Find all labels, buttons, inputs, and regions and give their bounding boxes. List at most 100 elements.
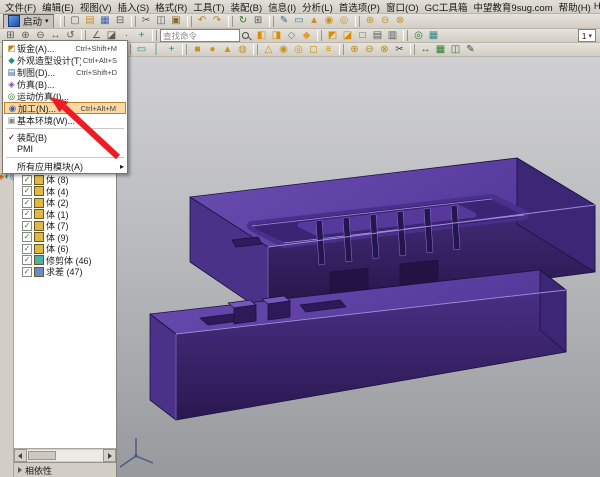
- new-file-icon[interactable]: ▢: [68, 15, 83, 27]
- checkbox-checked-icon[interactable]: [22, 221, 32, 231]
- work-layer-icon[interactable]: ▦: [426, 30, 441, 42]
- paste-icon[interactable]: ▣: [169, 15, 184, 27]
- tree-row[interactable]: 求差 (47): [14, 266, 116, 278]
- unite-icon[interactable]: ⊕: [363, 15, 378, 27]
- trim-body-icon[interactable]: ✂: [392, 44, 407, 56]
- wcs-icon[interactable]: +: [134, 30, 149, 42]
- top-view-icon[interactable]: ▤: [370, 30, 385, 42]
- dependencies-bar[interactable]: 相依性: [14, 462, 116, 477]
- toolbar-icon[interactable]: [339, 44, 344, 55]
- refresh-icon[interactable]: ↻: [236, 15, 251, 27]
- toolbar-icon[interactable]: [355, 16, 360, 27]
- menu-manufacturing[interactable]: ◉ 加工(N)... Ctrl+Alt+M: [4, 102, 126, 114]
- shell-icon[interactable]: ◻: [306, 44, 321, 56]
- cut-icon[interactable]: ✂: [139, 15, 154, 27]
- toolbar-icon[interactable]: [152, 30, 157, 41]
- menu-simulation[interactable]: ◈ 仿真(B)...: [4, 78, 126, 90]
- scroll-left-button[interactable]: [14, 449, 27, 462]
- revolve-body-icon[interactable]: ◉: [276, 44, 291, 56]
- checkbox-checked-icon[interactable]: [22, 209, 32, 219]
- toolbar-icon[interactable]: [403, 30, 408, 41]
- revolve-icon[interactable]: ◉: [322, 15, 337, 27]
- menubar-item[interactable]: 首选项(P): [336, 3, 383, 14]
- layer-select[interactable]: 1: [578, 29, 596, 42]
- subtract-icon[interactable]: ⊖: [378, 15, 393, 27]
- scroll-thumb[interactable]: [28, 451, 56, 460]
- checkbox-checked-icon[interactable]: [22, 232, 32, 242]
- checkbox-checked-icon[interactable]: [22, 198, 32, 208]
- datum-icon[interactable]: ▭: [292, 15, 307, 27]
- toolbar-icon[interactable]: [228, 16, 233, 27]
- toolbar-icon[interactable]: [269, 16, 274, 27]
- snap-options-icon[interactable]: ◎: [411, 30, 426, 42]
- menubar-item[interactable]: 格式(R): [152, 3, 190, 14]
- shaded-with-edges-icon[interactable]: ◧: [254, 30, 269, 42]
- menu-assemblies[interactable]: ✓ 装配(B): [4, 131, 126, 143]
- extrude-body-icon[interactable]: △: [261, 44, 276, 56]
- menu-gateway[interactable]: ▣ 基本环境(W)...: [4, 114, 126, 126]
- menubar-item[interactable]: 分析(L): [299, 3, 336, 14]
- menubar-item[interactable]: 窗口(O): [383, 3, 422, 14]
- toolbar-icon[interactable]: [131, 16, 136, 27]
- boolean-subtract-icon[interactable]: ⊖: [362, 44, 377, 56]
- start-menu-item[interactable]: [6, 128, 124, 129]
- search-icon[interactable]: [240, 30, 252, 42]
- hole-feature-icon[interactable]: ◎: [291, 44, 306, 56]
- edit-feature-icon[interactable]: ✎: [463, 44, 478, 56]
- checkbox-checked-icon[interactable]: [22, 267, 32, 277]
- tree-horizontal-scrollbar[interactable]: [14, 448, 116, 462]
- menu-motion-simulation[interactable]: ◎ 运动仿真(I)...: [4, 90, 126, 102]
- menubar-item[interactable]: 文件(F): [2, 3, 39, 14]
- viewport-3d[interactable]: [117, 57, 600, 477]
- rib-icon[interactable]: ≡: [321, 44, 336, 56]
- menubar-item[interactable]: 中望教育9sug.com: [470, 3, 555, 14]
- menubar-item[interactable]: 视图(V): [77, 3, 115, 14]
- move-object-icon[interactable]: ↔: [418, 44, 433, 56]
- menu-all-applications[interactable]: 所有应用模块(A) ▸: [4, 160, 126, 172]
- menu-drafting[interactable]: ▤ 制图(D)... Ctrl+Shift+D: [4, 66, 126, 78]
- sphere-icon[interactable]: ◍: [235, 44, 250, 56]
- trimetric-view-icon[interactable]: ◪: [340, 30, 355, 42]
- wireframe-icon[interactable]: ◇: [284, 30, 299, 42]
- save-icon[interactable]: ▦: [98, 15, 113, 27]
- scroll-right-button[interactable]: [103, 449, 116, 462]
- datum-csys-icon[interactable]: +: [164, 44, 179, 56]
- checkbox-checked-icon[interactable]: [22, 255, 32, 265]
- datum-axis-icon[interactable]: │: [149, 44, 164, 56]
- menu-shape-studio[interactable]: ◆ 外观造型设计(T)... Ctrl+Alt+S: [4, 54, 126, 66]
- intersect-icon[interactable]: ⊗: [393, 15, 408, 27]
- menubar-item[interactable]: 编辑(E): [39, 3, 77, 14]
- menubar-item[interactable]: 插入(S): [114, 3, 152, 14]
- block-icon[interactable]: ■: [190, 44, 205, 56]
- menubar-item[interactable]: 工具(T): [190, 3, 227, 14]
- toolbar-icon[interactable]: [182, 44, 187, 55]
- scroll-track[interactable]: [27, 450, 103, 461]
- toolbar-icon[interactable]: [253, 44, 258, 55]
- start-menu-button[interactable]: 启动: [3, 14, 54, 29]
- menubar-item[interactable]: 装配(B): [228, 3, 266, 14]
- cone-icon[interactable]: ▲: [220, 44, 235, 56]
- toolbar-icon[interactable]: [187, 16, 192, 27]
- checkbox-checked-icon[interactable]: [22, 244, 32, 254]
- pattern-feature-icon[interactable]: ▦: [433, 44, 448, 56]
- front-view-icon[interactable]: □: [355, 30, 370, 42]
- datum-plane-icon[interactable]: ▭: [134, 44, 149, 56]
- menubar-item[interactable]: 信息(I): [265, 3, 299, 14]
- cylinder-icon[interactable]: ●: [205, 44, 220, 56]
- menu-pmi[interactable]: PMI: [4, 143, 126, 155]
- boolean-unite-icon[interactable]: ⊕: [347, 44, 362, 56]
- menubar-item[interactable]: 帮助(H): [556, 3, 594, 14]
- start-menu-item[interactable]: [6, 157, 124, 158]
- toolbar-icon[interactable]: [410, 44, 415, 55]
- open-file-icon[interactable]: ▤: [83, 15, 98, 27]
- studio-render-icon[interactable]: ◆: [299, 30, 314, 42]
- menubar-item[interactable]: GC工具箱: [422, 3, 471, 14]
- checkbox-checked-icon[interactable]: [22, 186, 32, 196]
- print-icon[interactable]: ⊟: [113, 15, 128, 27]
- hole-icon[interactable]: ◎: [337, 15, 352, 27]
- boolean-intersect-icon[interactable]: ⊗: [377, 44, 392, 56]
- command-finder-input[interactable]: [160, 29, 240, 42]
- redo-icon[interactable]: ↷: [210, 15, 225, 27]
- right-view-icon[interactable]: ▥: [385, 30, 400, 42]
- shaded-icon[interactable]: ◨: [269, 30, 284, 42]
